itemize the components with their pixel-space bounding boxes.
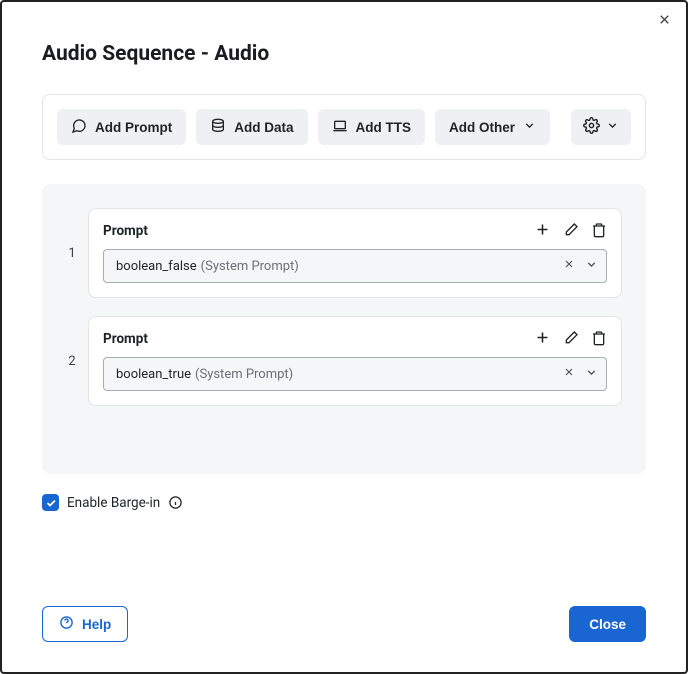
database-icon: [210, 118, 226, 137]
modal-title: Audio Sequence - Audio: [42, 42, 646, 66]
settings-button[interactable]: [571, 109, 631, 145]
barge-in-row: Enable Barge-in: [42, 494, 646, 511]
pencil-icon: [563, 330, 579, 349]
gear-icon: [583, 117, 600, 137]
add-item-button[interactable]: [534, 221, 551, 241]
barge-in-checkbox[interactable]: [42, 494, 59, 511]
chevron-down-icon: [606, 119, 619, 135]
add-prompt-button[interactable]: Add Prompt: [57, 109, 186, 145]
add-other-button[interactable]: Add Other: [435, 109, 550, 145]
clear-icon[interactable]: [563, 258, 575, 274]
select-value: boolean_true: [116, 367, 191, 382]
plus-icon: [534, 329, 551, 349]
chevron-down-icon: [523, 119, 536, 135]
close-button[interactable]: Close: [569, 606, 646, 642]
item-index: 2: [66, 316, 78, 406]
chevron-down-icon[interactable]: [585, 258, 598, 275]
prompt-select[interactable]: boolean_false (System Prompt): [103, 249, 607, 283]
pencil-icon: [563, 222, 579, 241]
edit-item-button[interactable]: [563, 330, 579, 349]
speech-bubble-icon: [71, 118, 87, 137]
delete-item-button[interactable]: [591, 330, 607, 349]
add-item-button[interactable]: [534, 329, 551, 349]
item-type-label: Prompt: [103, 223, 148, 239]
item-card: Prompt: [88, 316, 622, 406]
delete-item-button[interactable]: [591, 222, 607, 241]
edit-item-button[interactable]: [563, 222, 579, 241]
select-value-suffix: (System Prompt): [195, 367, 293, 382]
sequence-item: 1 Prompt: [66, 208, 622, 298]
info-icon[interactable]: [168, 495, 183, 510]
help-button[interactable]: Help: [42, 606, 128, 642]
trash-icon: [591, 330, 607, 349]
sequence-list: 1 Prompt: [42, 184, 646, 474]
select-value-suffix: (System Prompt): [201, 259, 299, 274]
item-type-label: Prompt: [103, 331, 148, 347]
sequence-item: 2 Prompt: [66, 316, 622, 406]
prompt-select[interactable]: boolean_true (System Prompt): [103, 357, 607, 391]
trash-icon: [591, 222, 607, 241]
audio-sequence-modal: Audio Sequence - Audio Add Prompt Add Da…: [0, 0, 688, 674]
toolbar: Add Prompt Add Data Add TTS Add Other: [42, 94, 646, 160]
help-icon: [59, 615, 74, 633]
item-index: 1: [66, 208, 78, 298]
close-icon[interactable]: [657, 12, 672, 27]
add-data-button[interactable]: Add Data: [196, 109, 307, 145]
plus-icon: [534, 221, 551, 241]
clear-icon[interactable]: [563, 366, 575, 382]
select-value: boolean_false: [116, 259, 197, 274]
laptop-icon: [332, 118, 348, 137]
add-tts-button[interactable]: Add TTS: [318, 109, 426, 145]
barge-in-label: Enable Barge-in: [67, 495, 160, 511]
modal-footer: Help Close: [2, 584, 686, 672]
chevron-down-icon[interactable]: [585, 366, 598, 383]
item-card: Prompt: [88, 208, 622, 298]
